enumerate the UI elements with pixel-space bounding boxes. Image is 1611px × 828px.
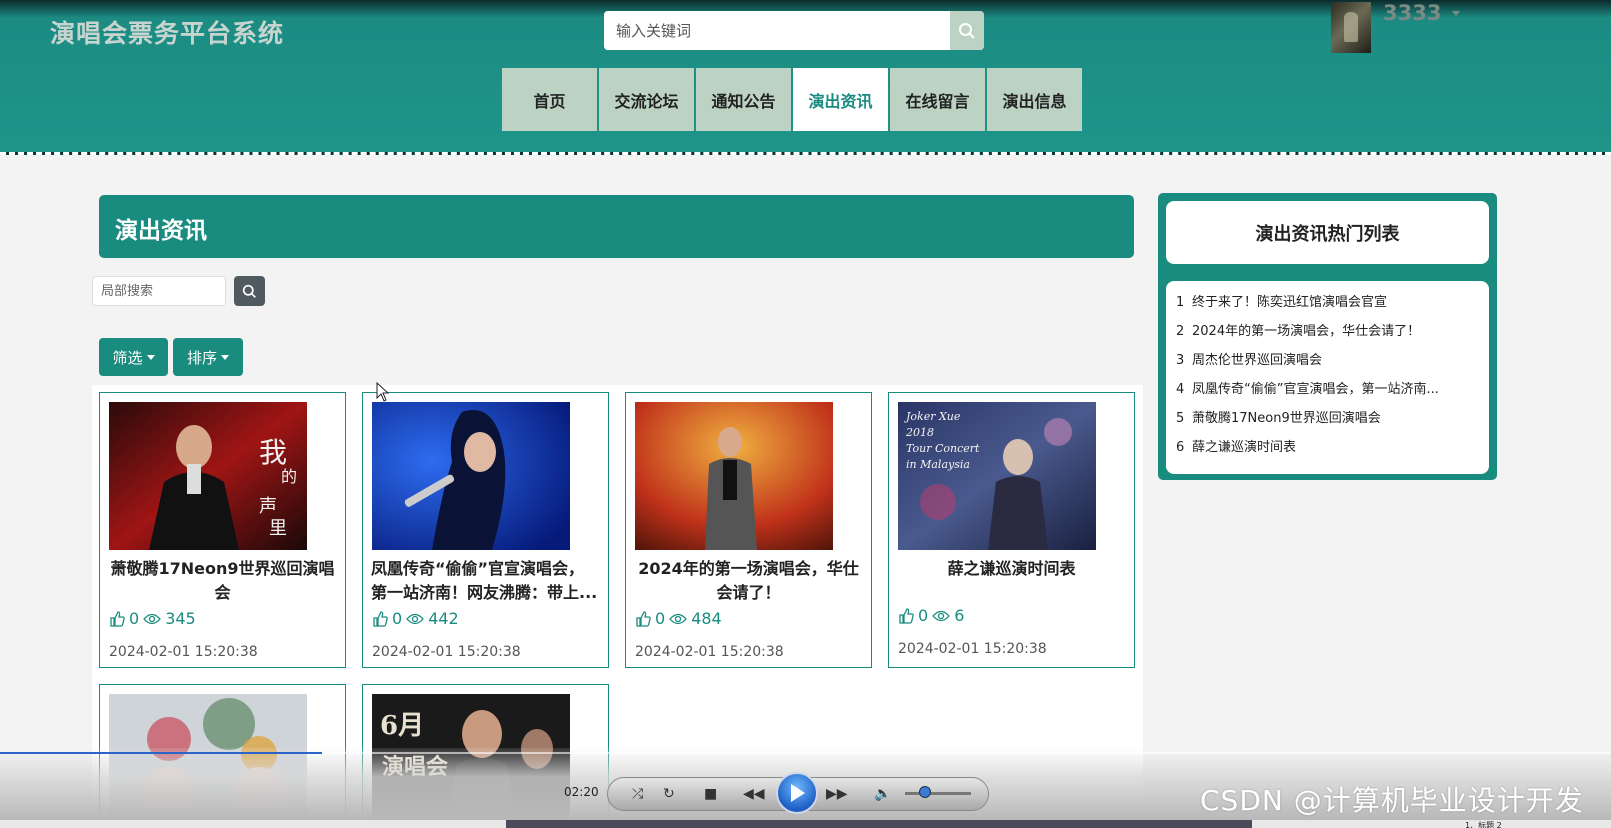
volume-slider-knob[interactable] [919,786,931,798]
view-count: 442 [428,609,459,628]
hot-list-item[interactable]: 4 凤凰传奇“偷偷”官宣演唱会，第一站济南... [1176,378,1479,407]
card-image[interactable]: 我 的 声 里 [109,402,307,550]
card-image[interactable] [372,402,570,550]
card-title[interactable]: 凤凰传奇“偷偷”官宣演唱会，第一站济南！网友沸腾：带上... [371,557,600,605]
view-count: 484 [691,609,722,628]
like-count: 0 [392,609,403,628]
local-search-input[interactable] [92,276,226,306]
news-card[interactable]: 凤凰传奇“偷偷”官宣演唱会，第一站济南！网友沸腾：带上... 0 442 202… [362,392,609,668]
svg-text:的: 的 [281,467,297,486]
repeat-icon[interactable]: ↻ [663,786,675,802]
hot-list-item[interactable]: 1 终于来了！陈奕迅红馆演唱会官宣 [1176,291,1479,320]
local-search-button[interactable] [234,276,265,306]
hot-list-item[interactable]: 6 薛之谦巡演时间表 [1176,436,1479,465]
taskbar-window[interactable] [506,820,1252,828]
hot-list-title: 演出资讯热门列表 [1166,201,1489,264]
card-title[interactable]: 2024年的第一场演唱会，华仕会请了！ [634,557,863,605]
main-nav: 首页 交流论坛 通知公告 演出资讯 在线留言 演出信息 [502,68,1082,131]
card-stats: 0 442 [372,609,459,628]
hot-list-item[interactable]: 5 萧敬腾17Neon9世界巡回演唱会 [1176,407,1479,436]
avatar[interactable] [1331,2,1371,53]
page-title: 演出资讯 [115,218,207,244]
svg-text:Tour Concert: Tour Concert [906,442,980,455]
stop-icon[interactable]: ■ [704,786,717,802]
search-icon [242,284,256,298]
watermark: CSDN @计算机毕业设计开发 [1200,784,1584,817]
playback-time: 02:20 [564,785,599,799]
view-count: 345 [165,609,196,628]
card-stats: 0 6 [898,606,964,625]
svg-text:声: 声 [259,496,277,517]
taskbar-label: 1、标题 2 [1465,821,1502,828]
header: 演唱会票务平台系统 3333 首页 交流论坛 通知公告 演出资讯 在线留言 演出… [0,0,1611,155]
card-image[interactable]: Joker Xue 2018 Tour Concert in Malaysia [898,402,1096,550]
thumbs-up-icon[interactable] [372,610,388,627]
card-title[interactable]: 萧敬腾17Neon9世界巡回演唱会 [108,557,337,605]
card-date: 2024-02-01 15:20:38 [635,644,784,660]
caret-down-icon [146,354,155,360]
filter-label: 筛选 [112,348,143,367]
news-card[interactable]: 2024年的第一场演唱会，华仕会请了！ 0 484 2024-02-01 15:… [625,392,872,668]
eye-icon [406,613,425,624]
volume-icon[interactable]: 🔈 [874,786,891,802]
page-title-bar: 演出资讯 [99,195,1134,258]
svg-text:我: 我 [259,436,287,469]
shuffle-icon[interactable]: ⤮ [632,786,643,802]
nav-item-home[interactable]: 首页 [502,68,597,131]
play-button[interactable] [776,772,818,814]
sort-dropdown[interactable]: 排序 [173,338,243,376]
view-count: 6 [954,606,965,625]
card-image[interactable] [635,402,833,550]
card-stats: 0 484 [635,609,722,628]
search-box [604,11,984,50]
filter-dropdown[interactable]: 筛选 [99,338,168,376]
eye-icon [932,610,951,621]
sort-label: 排序 [186,348,217,367]
news-card[interactable]: Joker Xue 2018 Tour Concert in Malaysia … [888,392,1135,668]
svg-text:in Malaysia: in Malaysia [906,458,970,471]
chevron-down-icon[interactable] [1452,11,1460,16]
card-date: 2024-02-01 15:20:38 [898,641,1047,657]
eye-icon [143,613,162,624]
hot-list-item[interactable]: 3 周杰伦世界巡回演唱会 [1176,349,1479,378]
eye-icon [669,613,688,624]
previous-icon[interactable]: ◀◀ [743,786,765,802]
thumbs-up-icon[interactable] [635,610,651,627]
volume-slider[interactable] [905,792,971,795]
caret-down-icon [221,354,229,360]
nav-item-notices[interactable]: 通知公告 [696,68,791,131]
like-count: 0 [918,606,929,625]
search-input[interactable] [604,11,950,50]
card-date: 2024-02-01 15:20:38 [109,644,258,660]
thumbs-up-icon[interactable] [109,610,125,627]
hot-list-item[interactable]: 2 2024年的第一场演唱会，华仕会请了！ [1176,320,1479,349]
card-stats: 0 345 [109,609,196,628]
card-title[interactable]: 薛之谦巡演时间表 [897,557,1126,581]
nav-item-forum[interactable]: 交流论坛 [599,68,694,131]
svg-text:Joker Xue: Joker Xue [904,410,961,423]
hot-list-panel: 演出资讯热门列表 1 终于来了！陈奕迅红馆演唱会官宣 2 2024年的第一场演唱会，… [1158,193,1497,480]
svg-text:2018: 2018 [905,426,934,439]
next-icon[interactable]: ▶▶ [826,786,848,802]
mouse-cursor-icon [376,382,390,402]
username[interactable]: 3333 [1383,1,1441,25]
search-icon [959,22,975,39]
play-icon [791,784,805,802]
news-card[interactable]: 我 的 声 里 萧敬腾17Neon9世界巡回演唱会 0 345 2024-02-… [99,392,346,668]
thumbs-up-icon[interactable] [898,607,914,624]
card-date: 2024-02-01 15:20:38 [372,644,521,660]
nav-item-messages[interactable]: 在线留言 [890,68,985,131]
search-button[interactable] [950,11,984,50]
svg-text:里: 里 [269,518,287,539]
like-count: 0 [129,609,140,628]
nav-item-show-news[interactable]: 演出资讯 [793,68,888,131]
svg-text:6月: 6月 [380,711,424,741]
like-count: 0 [655,609,666,628]
seek-bar-fill [0,752,322,754]
site-title[interactable]: 演唱会票务平台系统 [50,14,284,50]
nav-item-show-info[interactable]: 演出信息 [987,68,1082,131]
hot-list: 1 终于来了！陈奕迅红馆演唱会官宣 2 2024年的第一场演唱会，华仕会请了！ 3周… [1166,281,1489,474]
